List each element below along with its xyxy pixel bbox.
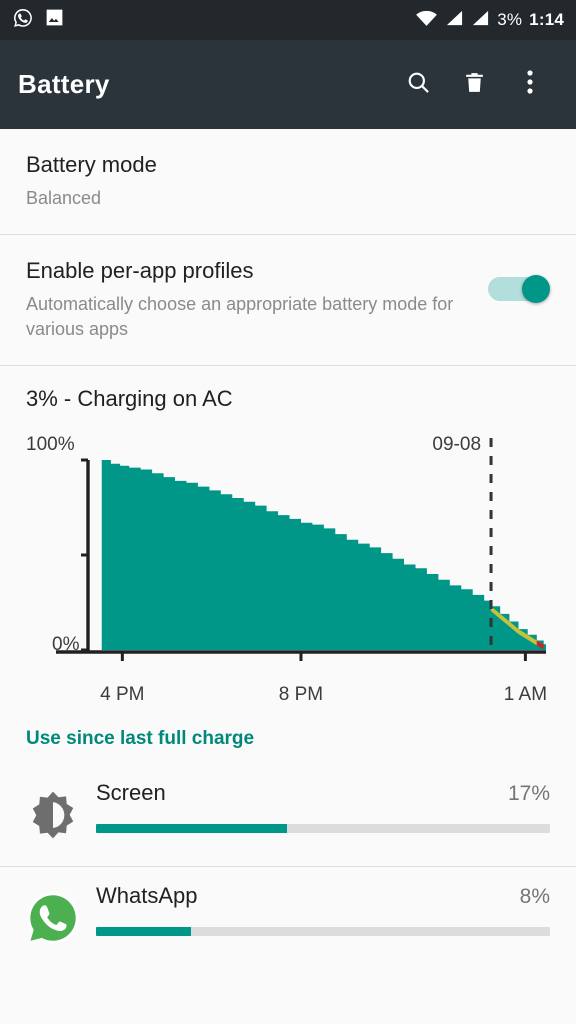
per-app-profiles-toggle[interactable] — [474, 257, 550, 304]
usage-bar-fill — [96, 927, 192, 937]
x-axis-ticks: 4 PM 8 PM 1 AM — [26, 676, 550, 710]
setting-row-battery-mode[interactable]: Battery mode Balanced — [0, 129, 576, 235]
app-percent: 17% — [507, 782, 550, 806]
y-axis-label-bottom: 0% — [52, 634, 80, 656]
usage-bar-track — [96, 927, 550, 937]
brightness-icon — [22, 784, 84, 846]
battery-mode-title: Battery mode — [26, 152, 157, 177]
whatsapp-icon — [12, 7, 34, 34]
search-button[interactable] — [390, 57, 446, 113]
per-app-profiles-summary: Automatically choose an appropriate batt… — [26, 293, 454, 339]
battery-history-chart: 3% - Charging on AC 100% 0% 09-08 4 PM 8 … — [0, 366, 576, 711]
status-bar: 3% 1:14 — [0, 0, 576, 40]
list-item[interactable]: Screen 17% — [0, 764, 576, 867]
overflow-menu-icon — [526, 68, 534, 101]
app-percent: 8% — [519, 885, 550, 909]
status-battery-percent: 3% — [497, 10, 523, 29]
battery-mode-value: Balanced — [26, 187, 102, 208]
toggle-thumb — [522, 275, 550, 304]
app-name: WhatsApp — [96, 883, 198, 909]
usage-bar-track — [96, 824, 550, 834]
list-item[interactable]: WhatsApp 8% — [0, 867, 576, 970]
usage-section-title: Use since last full charge — [0, 710, 576, 765]
day-divider-label: 09-08 — [432, 434, 481, 455]
delete-button[interactable] — [446, 57, 502, 113]
image-icon — [44, 7, 65, 33]
setting-row-per-app-profiles[interactable]: Enable per-app profiles Automatically ch… — [0, 235, 576, 366]
x-axis-tick-label: 1 AM — [503, 684, 548, 706]
search-icon — [405, 69, 432, 101]
whatsapp-icon — [22, 887, 84, 949]
status-bar-right-icons: 3% 1:14 — [415, 9, 564, 32]
signal-sim1-icon — [445, 9, 464, 32]
status-clock: 1:14 — [529, 10, 564, 29]
app-name: Screen — [96, 780, 166, 806]
status-bar-left-icons — [12, 7, 65, 34]
chart-plot-area: 100% 0% 09-08 — [26, 434, 550, 676]
toolbar-actions — [390, 57, 558, 113]
page-title: Battery — [18, 69, 110, 99]
chart-canvas: 09-08 — [56, 434, 547, 662]
usage-bar-fill — [96, 824, 287, 834]
per-app-profiles-title: Enable per-app profiles — [26, 258, 254, 284]
trash-icon — [462, 70, 487, 100]
x-axis-tick-label: 8 PM — [278, 684, 324, 706]
wifi-icon — [415, 9, 438, 32]
x-axis-tick-label: 4 PM — [100, 684, 145, 706]
y-axis-label-top: 100% — [26, 434, 75, 456]
battery-level-area — [101, 460, 547, 651]
app-toolbar: Battery — [0, 40, 576, 129]
overflow-menu-button[interactable] — [502, 57, 558, 113]
chart-title: 3% - Charging on AC — [26, 386, 233, 412]
signal-sim2-icon — [471, 9, 490, 32]
